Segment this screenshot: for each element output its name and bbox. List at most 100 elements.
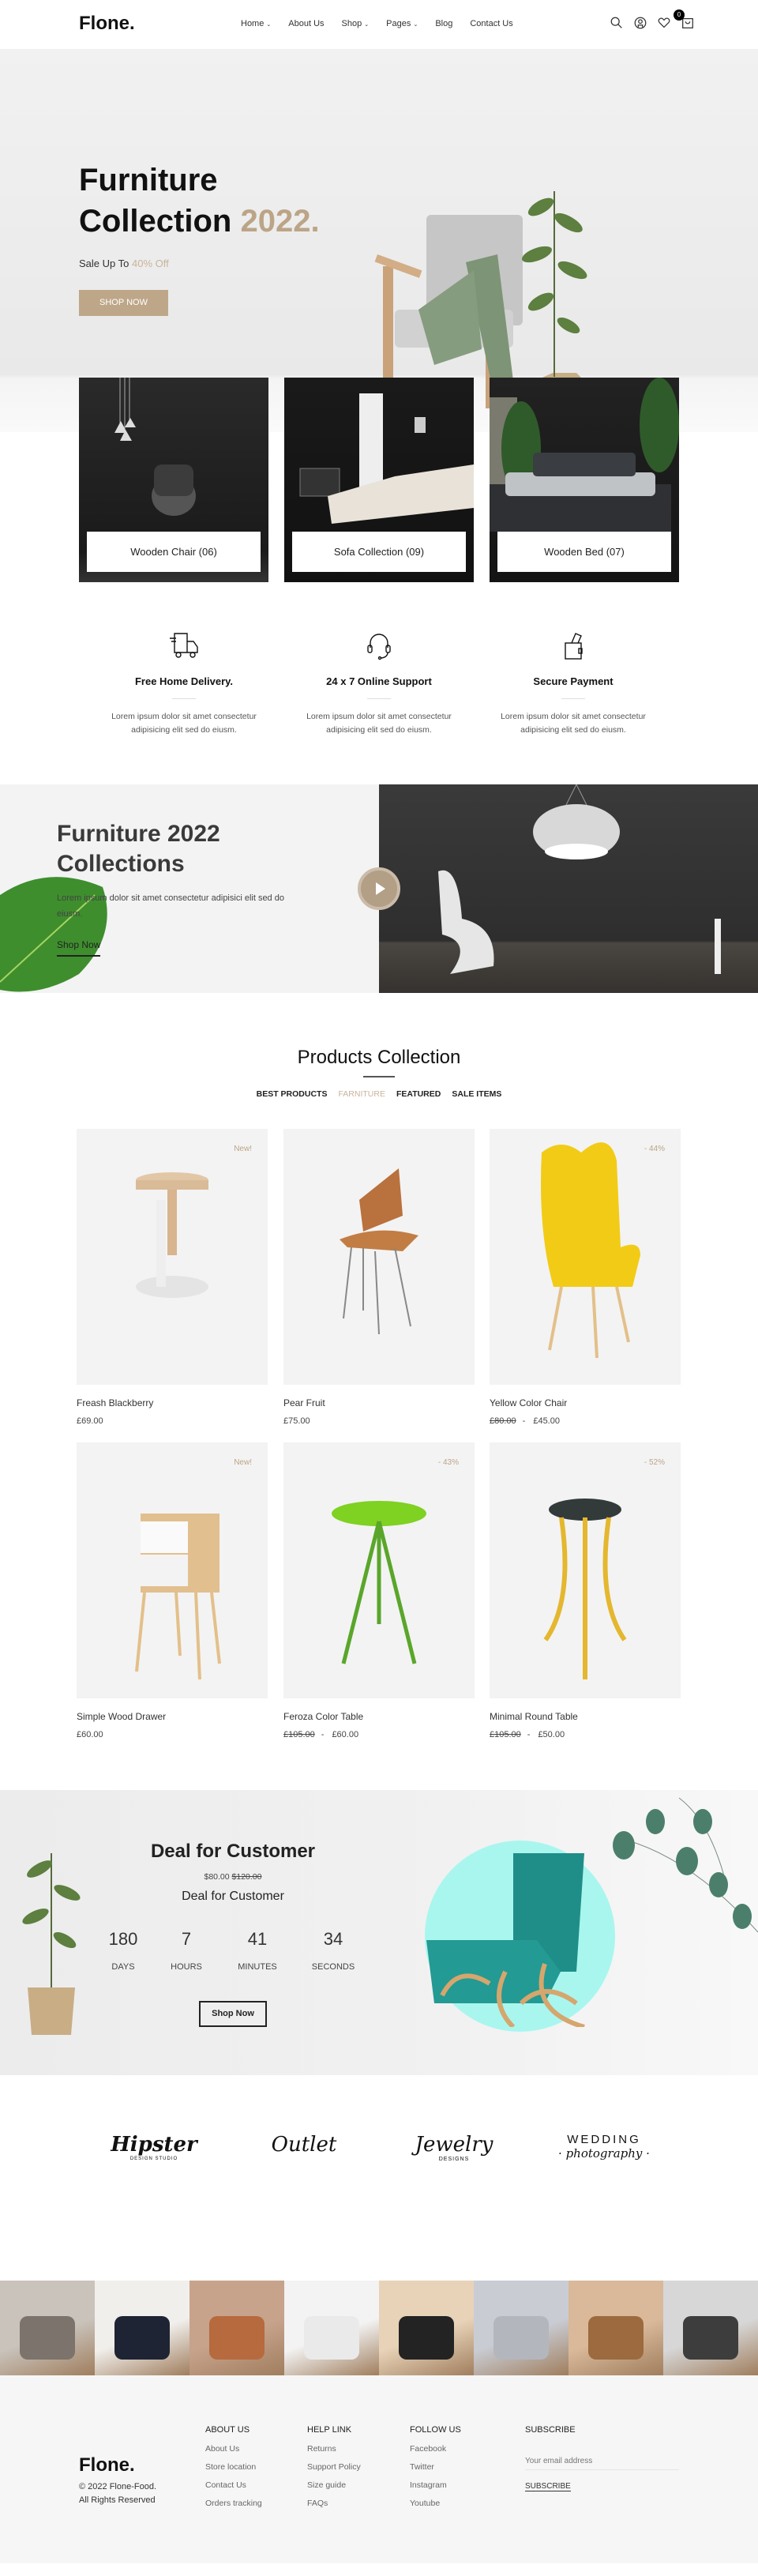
product-card[interactable]: New! Simple Wood Drawer £60.00	[77, 1442, 268, 1739]
footer-logo[interactable]: Flone.	[79, 2454, 135, 2476]
hero-banner: Furniture Collection 2022. Sale Up To 40%…	[0, 49, 758, 432]
footer-link[interactable]: Youtube	[410, 2499, 461, 2517]
category-card[interactable]: Wooden Bed (07)	[490, 378, 679, 582]
interior-photo	[399, 2316, 454, 2360]
price-separator: -	[527, 1730, 531, 1739]
interior-photo	[114, 2316, 170, 2360]
footer-link[interactable]: Size guide	[307, 2480, 361, 2499]
instagram-photo[interactable]	[284, 2281, 379, 2375]
product-name[interactable]: Yellow Color Chair	[490, 1397, 681, 1408]
product-card[interactable]: - 44% Yellow Color Chair £80.00- £45.00	[490, 1129, 681, 1426]
product-illustration	[136, 1172, 208, 1298]
old-price: £105.00	[283, 1730, 315, 1739]
interior-photo	[683, 2316, 738, 2360]
current-price: £50.00	[538, 1730, 565, 1739]
category-card[interactable]: Sofa Collection (09)	[284, 378, 474, 582]
instagram-photo[interactable]	[663, 2281, 758, 2375]
product-card[interactable]: - 43% Feroza Color Table £105.00- £60.00	[283, 1442, 475, 1739]
nav-blog[interactable]: Blog	[435, 19, 452, 28]
deal-shop-now-button[interactable]: Shop Now	[199, 2001, 267, 2027]
nav-shop[interactable]: Shop ⌄	[342, 19, 370, 28]
subscribe-email-input[interactable]	[525, 2453, 679, 2470]
product-illustration	[340, 1168, 418, 1335]
nav-about[interactable]: About Us	[288, 19, 324, 28]
product-card[interactable]: - 52% Minimal Round Table £105.00- £50.00	[490, 1442, 681, 1739]
footer-link[interactable]: Facebook	[410, 2444, 461, 2462]
old-price: £105.00	[490, 1730, 521, 1739]
product-price: £80.00- £45.00	[490, 1416, 681, 1426]
instagram-photo[interactable]	[379, 2281, 474, 2375]
footer-link[interactable]: Contact Us	[205, 2480, 262, 2499]
site-footer: Flone. © 2022 Flone-Food. All Rights Rese…	[0, 2375, 758, 2563]
footer-link[interactable]: Orders tracking	[205, 2499, 262, 2517]
feature-title: Free Home Delivery.	[134, 675, 234, 687]
footer-link[interactable]: Returns	[307, 2444, 361, 2462]
instagram-photo[interactable]	[0, 2281, 95, 2375]
logo[interactable]: Flone.	[79, 13, 135, 35]
footer-link[interactable]: About Us	[205, 2444, 262, 2462]
product-card[interactable]: Pear Fruit £75.00	[283, 1129, 475, 1426]
instagram-photo[interactable]	[190, 2281, 284, 2375]
chevron-down-icon: ⌄	[266, 22, 272, 28]
product-illustration	[332, 1501, 426, 1664]
product-image[interactable]: - 52%	[490, 1442, 681, 1698]
brand-logo-wedding[interactable]: WEDDING · photography ·	[557, 2133, 651, 2160]
product-image[interactable]: New!	[77, 1129, 268, 1385]
divider	[367, 698, 391, 699]
instagram-photo[interactable]	[474, 2281, 568, 2375]
feature-title: 24 x 7 Online Support	[326, 675, 432, 687]
feature-payment: Secure Payment Lorem ipsum dolor sit ame…	[478, 632, 668, 737]
product-name[interactable]: Feroza Color Table	[283, 1711, 475, 1722]
product-name[interactable]: Simple Wood Drawer	[77, 1711, 268, 1722]
brand-logo-outlet[interactable]: Outlet	[257, 2133, 351, 2157]
feature-text: Lorem ipsum dolor sit amet consectetur a…	[501, 712, 646, 735]
play-video-button[interactable]	[358, 867, 400, 910]
product-badge: - 52%	[644, 1458, 665, 1467]
nav-contact[interactable]: Contact Us	[470, 19, 512, 28]
brand-logo-hipster[interactable]: Hipster DESIGN STUDIO	[107, 2133, 201, 2161]
lamp-chair-image	[438, 784, 721, 974]
instagram-photo[interactable]	[95, 2281, 190, 2375]
deal-section: Deal for Customer $80.00 $120.00 Deal fo…	[0, 1790, 758, 2075]
banner-shop-now-link[interactable]: Shop Now	[57, 939, 101, 957]
cart-count-badge: 0	[674, 9, 685, 21]
feature-delivery: Free Home Delivery. Lorem ipsum dolor si…	[89, 632, 279, 737]
footer-link[interactable]: Instagram	[410, 2480, 461, 2499]
footer-column-title: SUBSCRIBE	[525, 2425, 576, 2435]
product-name[interactable]: Pear Fruit	[283, 1397, 475, 1408]
price-separator: -	[321, 1730, 325, 1739]
hero-shop-now-button[interactable]: SHOP NOW	[79, 290, 168, 316]
heart-icon[interactable]	[657, 16, 671, 30]
footer-link[interactable]: Support Policy	[307, 2462, 361, 2480]
product-image[interactable]: - 44%	[490, 1129, 681, 1385]
footer-link[interactable]: Store location	[205, 2462, 262, 2480]
category-card[interactable]: Wooden Chair (06)	[79, 378, 268, 582]
divider	[363, 1076, 395, 1077]
nav-home[interactable]: Home ⌄	[241, 19, 271, 28]
user-icon[interactable]	[633, 16, 647, 30]
product-image[interactable]: - 43%	[283, 1442, 475, 1698]
footer-link[interactable]: FAQs	[307, 2499, 361, 2517]
nav-pages[interactable]: Pages ⌄	[386, 19, 418, 28]
brand-logo-jewelry[interactable]: Jewelry DESIGNS	[407, 2133, 501, 2162]
product-image[interactable]	[283, 1129, 475, 1385]
nav-label: Pages	[386, 19, 411, 28]
product-card[interactable]: New! Freash Blackberry £69.00	[77, 1129, 268, 1426]
nav-label: Shop	[341, 19, 362, 28]
tab-best-products[interactable]: BEST PRODUCTS	[257, 1089, 328, 1099]
hero-title: Furniture Collection 2022.	[79, 163, 320, 239]
subscribe-button[interactable]: SUBSCRIBE	[525, 2482, 571, 2491]
interior-photo	[20, 2316, 75, 2360]
interior-photo	[493, 2316, 549, 2360]
instagram-photo[interactable]	[568, 2281, 663, 2375]
product-name[interactable]: Minimal Round Table	[490, 1711, 681, 1722]
tab-farniture[interactable]: FARNITURE	[338, 1089, 385, 1099]
product-image[interactable]: New!	[77, 1442, 268, 1698]
search-icon[interactable]	[610, 16, 624, 30]
footer-link[interactable]: Twitter	[410, 2462, 461, 2480]
tab-sale-items[interactable]: SALE ITEMS	[452, 1089, 501, 1099]
old-price: £80.00	[490, 1416, 516, 1426]
product-name[interactable]: Freash Blackberry	[77, 1397, 268, 1408]
tab-featured[interactable]: FEATURED	[396, 1089, 441, 1099]
banner-left: Furniture 2022 Collections Lorem ipsum do…	[0, 784, 379, 993]
